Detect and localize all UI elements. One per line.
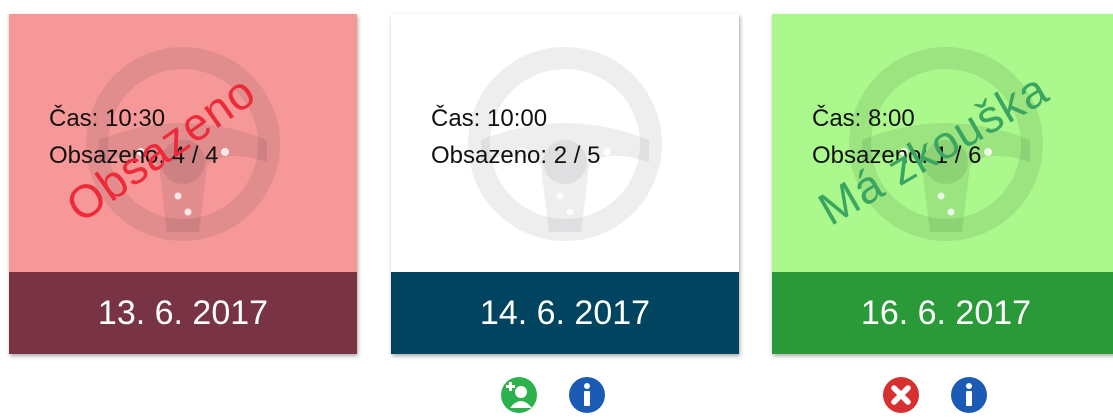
term-card-booked[interactable]: Čas: 8:00 Obsazeno: 1 / 6 Má zkouška 16.… [772,14,1113,354]
info-icon[interactable] [568,376,606,414]
add-user-icon[interactable] [500,376,538,414]
term-card-body: Čas: 10:30 Obsazeno: 4 / 4 Obsazeno [9,14,357,272]
term-card-body: Čas: 10:00 Obsazeno: 2 / 5 [391,14,739,272]
term-occupancy: Obsazeno: 2 / 5 [431,142,601,169]
cancel-icon[interactable] [882,376,920,414]
term-actions [882,376,988,414]
term-date: 16. 6. 2017 [772,272,1113,354]
term-date: 14. 6. 2017 [391,272,739,354]
term-actions [500,376,606,414]
term-date: 13. 6. 2017 [9,272,357,354]
term-info: Čas: 10:00 Obsazeno: 2 / 5 [431,100,600,174]
info-icon[interactable] [950,376,988,414]
term-card-open[interactable]: Čas: 10:00 Obsazeno: 2 / 5 14. 6. 2017 [391,14,739,354]
term-time: Čas: 10:00 [431,105,548,132]
term-card-full[interactable]: Čas: 10:30 Obsazeno: 4 / 4 Obsazeno 13. … [9,14,357,354]
term-card-body: Čas: 8:00 Obsazeno: 1 / 6 Má zkouška [772,14,1113,272]
